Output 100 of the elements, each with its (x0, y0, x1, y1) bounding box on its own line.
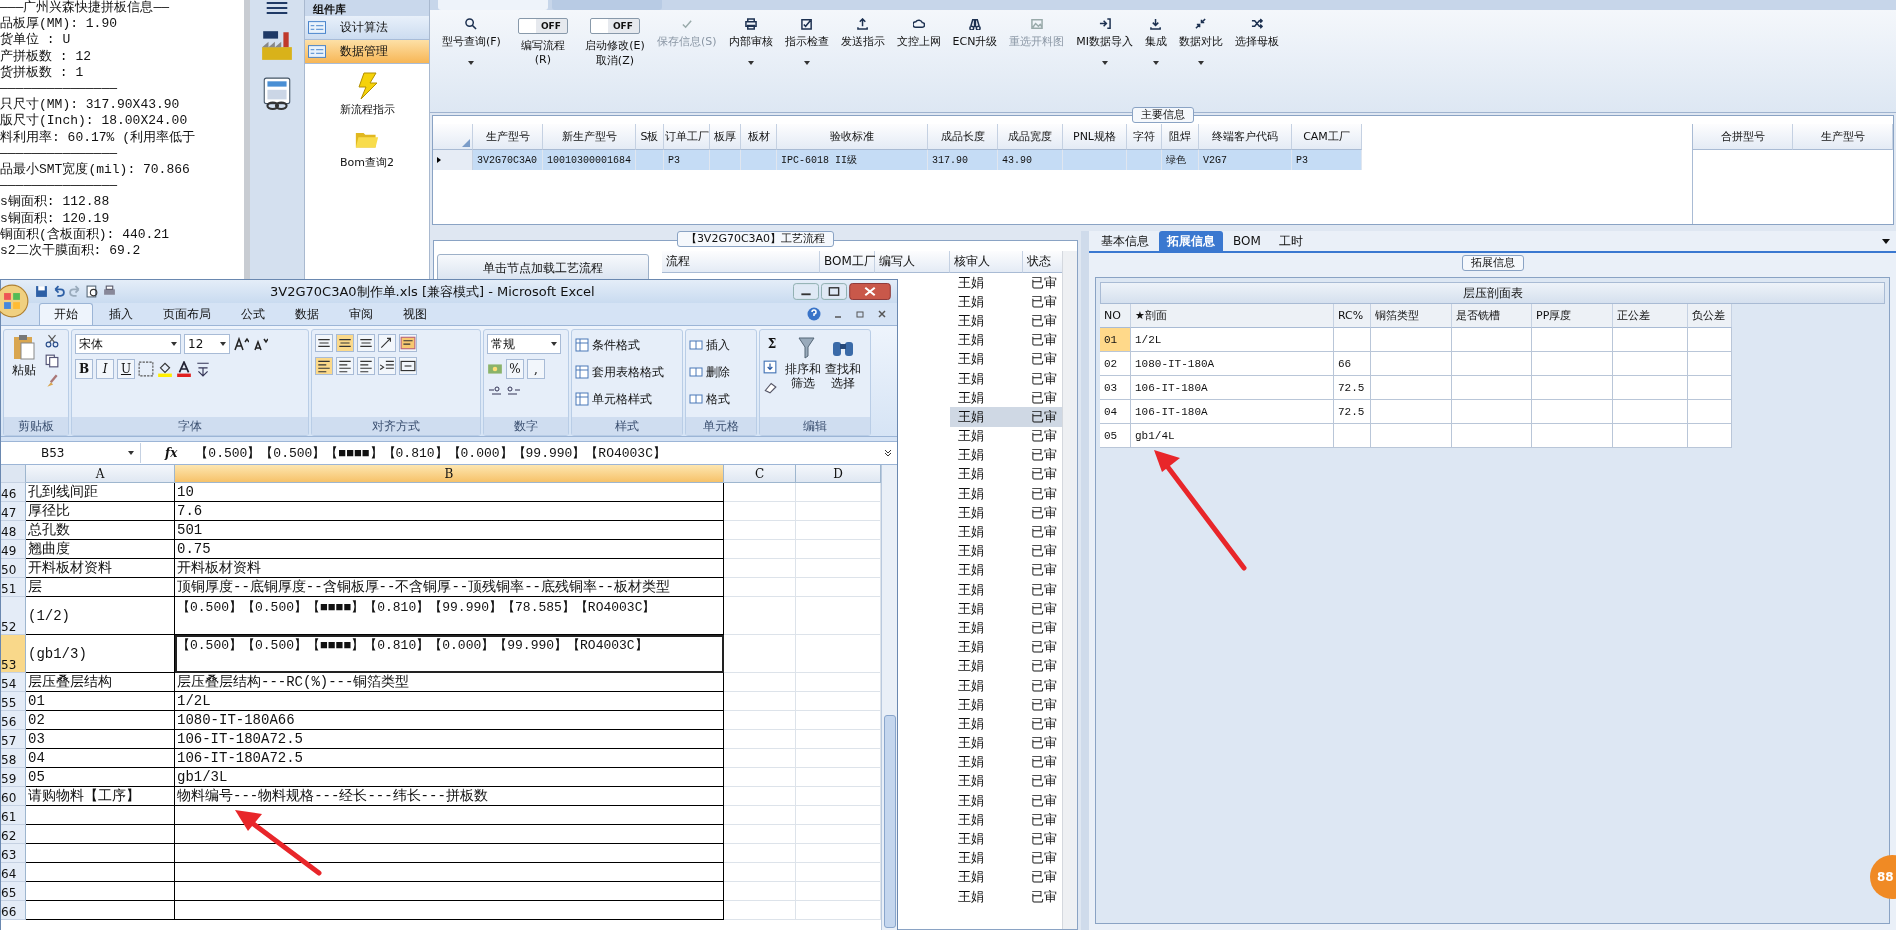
table-cell[interactable]: 已审 (1023, 541, 1063, 561)
table-cell[interactable]: 王娟 (950, 484, 1023, 504)
column-header[interactable]: 生产型号 (473, 124, 543, 150)
table-cell[interactable]: 王娟 (950, 311, 1023, 331)
table-cell[interactable]: 01 (1100, 328, 1131, 352)
sheet-cell[interactable]: 请购物料【工序】 (26, 787, 175, 806)
table-cell[interactable]: 王娟 (950, 292, 1023, 312)
table-cell[interactable]: 已审 (1023, 484, 1063, 504)
row-header[interactable]: 51 (1, 578, 26, 597)
tab[interactable]: BOM (1225, 231, 1269, 251)
table-cell[interactable]: 王娟 (950, 426, 1023, 446)
sheet-cell[interactable] (175, 901, 724, 920)
column-header[interactable]: 流程 (662, 251, 820, 273)
table-cell[interactable]: 已审 (1023, 618, 1063, 638)
table-cell[interactable]: 王娟 (950, 349, 1023, 369)
table-cell[interactable] (1613, 352, 1688, 376)
table-cell[interactable]: 已审 (1023, 388, 1063, 408)
row-header[interactable]: 61 (1, 806, 26, 825)
table-cell[interactable]: 已审 (1023, 771, 1063, 792)
table-cell[interactable]: 106-IT-180A (1131, 400, 1334, 424)
toolbar-button[interactable]: 数据对比 (1173, 14, 1230, 74)
sheet-cell[interactable]: 物料编号---物料规格---经长---纬长---拼板数 (175, 787, 724, 806)
phonetic-icon[interactable] (195, 361, 211, 377)
table-cell[interactable] (1371, 424, 1452, 448)
column-header[interactable]: 正公差 (1613, 304, 1688, 328)
sheet-cell[interactable]: 04 (26, 749, 175, 768)
column-header[interactable]: 生产型号 (1793, 124, 1893, 150)
toolbar-button[interactable]: 指示检查 (778, 14, 835, 74)
sheet-cell[interactable]: 7.6 (175, 502, 724, 521)
table-cell[interactable]: 王娟 (950, 848, 1023, 868)
table-cell[interactable]: 王娟 (950, 464, 1023, 485)
column-header[interactable]: 成品长度 (928, 124, 998, 150)
table-cell[interactable]: 04 (1100, 400, 1131, 424)
ribbon-button[interactable]: 查找和选择 (825, 334, 861, 413)
row-header[interactable]: 49 (1, 540, 26, 559)
table-cell[interactable]: 王娟 (950, 771, 1023, 792)
formula-field[interactable]: 【0.500】【0.500】【■■■■】【0.810】【0.000】【99.990】【RO4003C】 (195, 444, 879, 462)
sheet-cell[interactable]: 开料板材资料 (26, 559, 175, 578)
table-cell[interactable]: 已审 (1023, 714, 1063, 734)
table-cell[interactable]: 王娟 (950, 368, 1023, 389)
sheet-cell[interactable]: 0.75 (175, 540, 724, 559)
table-cell[interactable]: 王娟 (950, 560, 1023, 580)
sheet-cell[interactable] (175, 825, 724, 844)
eraser-icon[interactable] (763, 380, 777, 394)
toolbar-button[interactable]: OFF 启动修改(E) 取消(Z) (578, 14, 651, 74)
table-cell[interactable] (1371, 328, 1452, 352)
orientation-icon[interactable] (378, 334, 396, 352)
column-header[interactable]: 编写人 (875, 251, 950, 273)
sheet-cell[interactable]: 【0.500】【0.500】【■■■■】【0.810】【0.000】【99.990】【RO4003C】 (175, 635, 724, 673)
ribbon-tab[interactable]: 审阅 (335, 304, 387, 325)
sheet-cell[interactable]: 1/2L (175, 692, 724, 711)
indent-icon[interactable] (378, 357, 396, 375)
table-cell[interactable] (1688, 400, 1732, 424)
shrink-font-icon[interactable] (252, 336, 268, 352)
table-cell[interactable]: 03 (1100, 376, 1131, 400)
redo-icon[interactable] (69, 285, 82, 298)
table-cell[interactable] (1688, 352, 1732, 376)
sheet-cell[interactable] (26, 882, 175, 901)
table-cell[interactable] (1371, 352, 1452, 376)
align-icon[interactable] (357, 334, 375, 352)
scrollbar[interactable] (881, 465, 897, 930)
table-cell[interactable]: 王娟 (950, 273, 1023, 293)
sheet-cell[interactable]: 顶铜厚度--底铜厚度--含铜板厚--不含铜厚--顶残铜率--底残铜率--板材类型 (175, 578, 724, 597)
table-cell[interactable]: 已审 (1023, 522, 1063, 542)
ribbon-tab[interactable]: 公式 (227, 304, 279, 325)
restore-icon[interactable] (855, 309, 865, 319)
table-cell[interactable]: 王娟 (950, 330, 1023, 350)
sheet-cell[interactable]: gb1/3L (175, 768, 724, 787)
table-cell[interactable]: 已审 (1023, 752, 1063, 772)
table-cell[interactable]: 已审 (1023, 580, 1063, 600)
percent-button[interactable]: % (506, 359, 524, 379)
row-header[interactable]: 46 (1, 483, 26, 502)
column-header[interactable]: 铜箔类型 (1371, 304, 1452, 328)
sheet-cell[interactable]: 10 (175, 483, 724, 502)
table-cell[interactable]: 已审 (1023, 637, 1063, 657)
table-cell[interactable]: 王娟 (950, 503, 1023, 523)
ribbon-tab[interactable]: 视图 (389, 304, 441, 325)
help-icon[interactable] (807, 307, 821, 321)
table-cell[interactable]: 已审 (1023, 560, 1063, 580)
sheet-cell[interactable]: (1/2) (26, 597, 175, 635)
table-cell[interactable]: 已审 (1023, 464, 1063, 485)
column-header[interactable]: 负公差 (1688, 304, 1732, 328)
column-header[interactable]: 新生产型号 (543, 124, 636, 150)
column-header[interactable]: A (26, 465, 175, 483)
toolbar-button[interactable]: 型号查询(F) (436, 14, 507, 74)
table-cell[interactable] (1452, 352, 1532, 376)
close-button[interactable] (849, 283, 891, 300)
column-header[interactable]: 状态 (1023, 251, 1063, 273)
printer-icon[interactable] (103, 285, 116, 298)
sheet-cell[interactable]: 05 (26, 768, 175, 787)
grow-font-icon[interactable] (233, 336, 249, 352)
component-item[interactable]: 设计算法 (305, 16, 429, 40)
table-cell[interactable]: 王娟 (950, 599, 1023, 619)
table-cell[interactable] (1613, 376, 1688, 400)
undo-icon[interactable] (52, 285, 65, 298)
table-cell[interactable]: 72.5 (1334, 376, 1371, 400)
table-cell[interactable]: 已审 (1023, 445, 1063, 465)
table-cell[interactable]: 王娟 (950, 388, 1023, 408)
table-cell[interactable]: 已审 (1023, 675, 1063, 696)
print-preview-icon[interactable] (86, 285, 99, 298)
